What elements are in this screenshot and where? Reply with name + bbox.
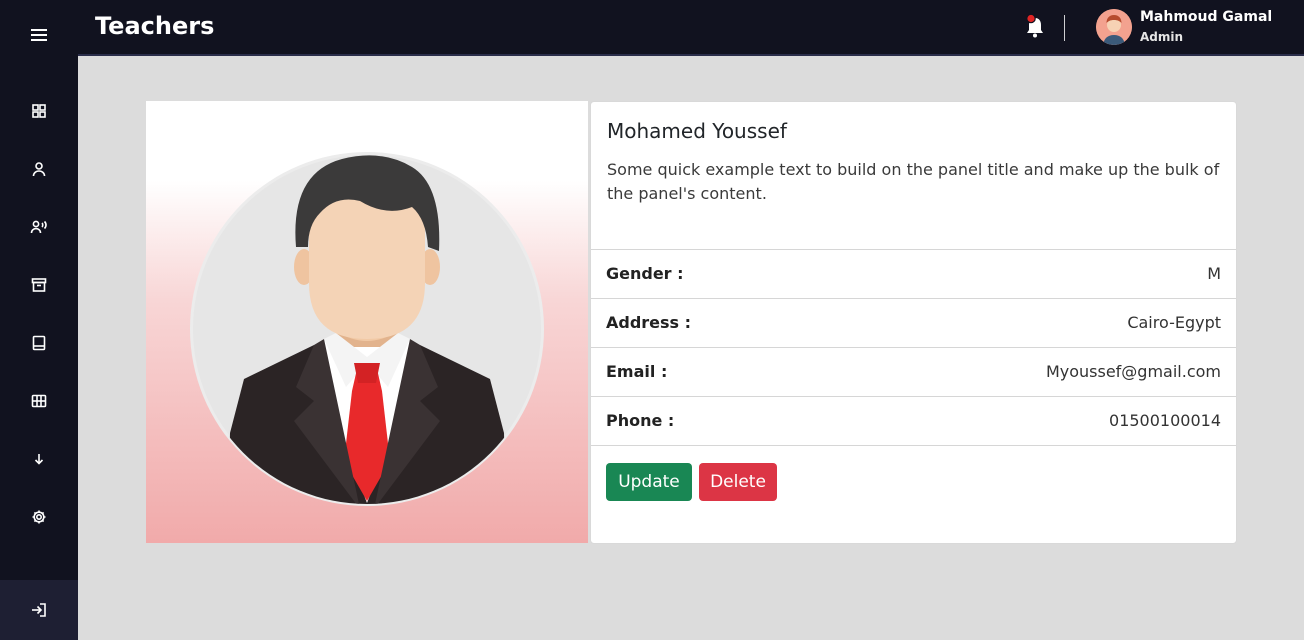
info-row-gender: Gender : M (591, 249, 1236, 298)
user-icon (32, 162, 46, 177)
teacher-description: Some quick example text to build on the … (607, 160, 1220, 203)
teacher-avatar-illustration (190, 152, 544, 506)
sidebar-item-archive[interactable] (0, 265, 78, 305)
arrow-down-icon (34, 454, 44, 465)
menu-toggle-button[interactable] (0, 12, 78, 58)
email-label: Email : (606, 362, 668, 381)
archive-box-icon (31, 278, 47, 292)
update-button[interactable]: Update (606, 463, 692, 501)
sidebar-item-dashboard[interactable] (0, 91, 78, 131)
info-table-divider (591, 445, 1236, 446)
delete-button[interactable]: Delete (699, 463, 777, 501)
table-icon (31, 394, 47, 408)
notifications-button[interactable] (1024, 13, 1046, 40)
phone-label: Phone : (606, 411, 675, 430)
info-row-address: Address : Cairo-Egypt (591, 298, 1236, 347)
header-divider (1064, 15, 1065, 41)
teacher-info-panel: Mohamed Youssef Some quick example text … (590, 101, 1237, 544)
gear-icon (32, 510, 46, 524)
users-speaking-icon (30, 220, 47, 234)
avatar[interactable] (1096, 9, 1132, 45)
gender-value: M (1207, 264, 1221, 283)
sidebar-item-teachers[interactable] (0, 207, 78, 247)
top-header: Teachers Mahmoud Gamal Admin (78, 0, 1304, 56)
sidebar-item-downloads[interactable] (0, 439, 78, 479)
user-name[interactable]: Mahmoud Gamal (1140, 9, 1272, 25)
teacher-photo-panel (146, 101, 588, 543)
sidebar (0, 0, 78, 640)
user-role: Admin (1140, 30, 1184, 44)
book-icon (32, 335, 46, 351)
sidebar-item-schedule[interactable] (0, 381, 78, 421)
user-avatar-icon (1096, 9, 1132, 45)
email-value: Myoussef@gmail.com (1045, 362, 1221, 381)
gender-label: Gender : (606, 264, 684, 283)
teacher-name: Mohamed Youssef (607, 119, 787, 143)
sidebar-item-settings[interactable] (0, 497, 78, 537)
sidebar-item-profile[interactable] (0, 149, 78, 189)
dashboard-grid-icon (32, 104, 46, 118)
phone-value: 01500100014 (1109, 411, 1221, 430)
address-label: Address : (606, 313, 692, 332)
hamburger-icon (31, 29, 47, 41)
notification-dot (1026, 13, 1036, 24)
bell-icon (1026, 13, 1043, 38)
logout-button[interactable] (0, 580, 78, 640)
info-row-phone: Phone : 01500100014 (591, 396, 1236, 445)
info-row-email: Email : Myoussef@gmail.com (591, 347, 1236, 396)
logout-icon (32, 603, 46, 617)
sidebar-item-courses[interactable] (0, 323, 78, 363)
address-value: Cairo-Egypt (1127, 313, 1221, 332)
page-title: Teachers (95, 12, 215, 40)
